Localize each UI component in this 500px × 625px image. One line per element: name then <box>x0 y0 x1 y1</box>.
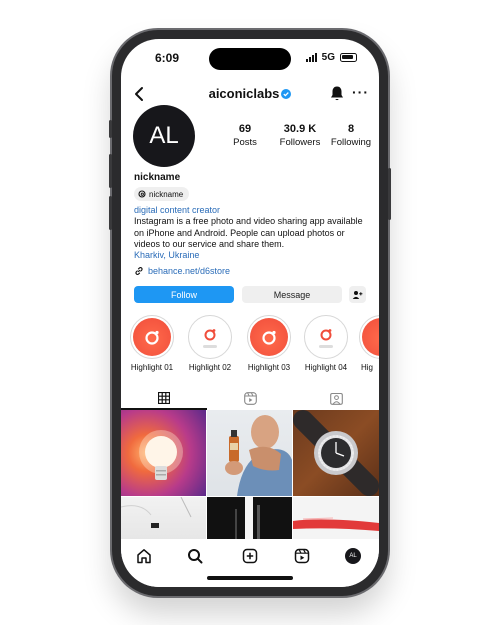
battery-icon <box>340 53 357 62</box>
mute-switch <box>109 120 112 138</box>
threads-badge[interactable]: nickname <box>134 187 190 201</box>
posts-label: Posts <box>233 137 257 148</box>
highlight-label: Highlight 01 <box>130 363 174 372</box>
reels-icon <box>243 391 257 405</box>
highlight-label: Hig <box>361 363 374 372</box>
profile-location[interactable]: Kharkiv, Ukraine <box>134 250 199 260</box>
highlight-item[interactable]: Highlight 03 <box>245 315 293 372</box>
nav-home[interactable] <box>135 547 153 565</box>
post-dark-thumbnail[interactable] <box>207 497 292 540</box>
tagged-icon <box>329 392 343 405</box>
follow-button[interactable]: Follow <box>134 286 234 303</box>
highlight-item[interactable]: Highlight 02 <box>186 315 234 372</box>
username-text: aiconiclabs <box>208 86 280 101</box>
following-label: Following <box>330 137 372 148</box>
profile-link-text: behance.net/d6store <box>148 266 231 276</box>
tab-reels[interactable] <box>207 389 293 407</box>
profile-nav-avatar: AL <box>345 548 361 564</box>
network-label: 5G <box>321 52 335 63</box>
followers-label: Followers <box>279 137 321 148</box>
status-time: 6:09 <box>155 51 180 65</box>
profile-link[interactable]: behance.net/d6store <box>134 266 230 276</box>
profile-header: aiconiclabs ··· <box>121 83 379 105</box>
link-icon <box>135 267 143 275</box>
nav-create[interactable] <box>241 547 259 565</box>
highlight-logo-icon <box>307 318 345 356</box>
profile-bio: Instagram is a free photo and video shar… <box>134 216 363 249</box>
suggested-users-button[interactable] <box>349 286 366 303</box>
status-bar: 6:09 5G <box>121 51 379 67</box>
add-user-icon <box>352 290 363 299</box>
post-minimal-thumbnail[interactable] <box>121 497 206 540</box>
stat-following[interactable]: 8 Following <box>323 123 379 148</box>
tab-grid[interactable] <box>121 389 207 407</box>
highlight-logo-icon <box>362 318 379 356</box>
nav-reels[interactable] <box>293 547 311 565</box>
tab-tagged[interactable] <box>293 389 379 407</box>
power-button <box>388 168 391 220</box>
signal-icon <box>305 53 317 62</box>
notification-bell-icon[interactable] <box>329 85 345 102</box>
highlight-label: Highlight 02 <box>188 363 232 372</box>
highlight-item[interactable]: Hig <box>359 315 379 372</box>
message-button[interactable]: Message <box>242 286 342 303</box>
volume-up-button <box>109 154 112 188</box>
highlight-item[interactable]: Highlight 04 <box>302 315 350 372</box>
nav-profile[interactable]: AL <box>344 547 362 565</box>
highlight-label: Highlight 04 <box>304 363 348 372</box>
reels-nav-icon <box>294 548 310 564</box>
posts-grid <box>121 410 379 540</box>
following-count: 8 <box>347 123 355 135</box>
profile-name: nickname <box>134 172 181 183</box>
post-serum-thumbnail[interactable] <box>207 410 292 496</box>
profile-tabs <box>121 389 379 410</box>
volume-down-button <box>109 196 112 230</box>
stat-posts[interactable]: 69 Posts <box>217 123 273 148</box>
screen: 6:09 5G aiconiclabs ··· AL 69 Posts 30.9… <box>121 39 379 587</box>
highlight-logo-icon <box>133 318 171 356</box>
followers-count: 30.9 K <box>283 123 317 135</box>
post-red-thumbnail[interactable] <box>293 497 379 540</box>
threads-icon <box>138 190 146 198</box>
grid-icon <box>158 392 170 404</box>
stat-followers[interactable]: 30.9 K Followers <box>272 123 328 148</box>
bottom-navigation: AL <box>121 539 379 587</box>
posts-count: 69 <box>238 123 252 135</box>
highlight-logo-icon <box>250 318 288 356</box>
post-lamp-thumbnail[interactable] <box>121 410 206 496</box>
profile-avatar[interactable]: AL <box>133 105 195 167</box>
verified-badge-icon <box>281 89 292 99</box>
create-post-icon <box>242 548 258 564</box>
threads-handle: nickname <box>149 189 184 199</box>
nav-search[interactable] <box>186 547 204 565</box>
profile-category: digital content creator <box>134 205 221 215</box>
home-icon <box>137 549 151 564</box>
home-indicator <box>207 576 293 580</box>
phone-frame: 6:09 5G aiconiclabs ··· AL 69 Posts 30.9… <box>109 30 391 596</box>
more-options-icon[interactable]: ··· <box>352 84 369 100</box>
highlight-item[interactable]: Highlight 01 <box>128 315 176 372</box>
search-icon <box>188 549 203 564</box>
highlight-logo-icon <box>191 318 229 356</box>
post-watch-thumbnail[interactable] <box>293 410 379 496</box>
highlight-label: Highlight 03 <box>247 363 291 372</box>
